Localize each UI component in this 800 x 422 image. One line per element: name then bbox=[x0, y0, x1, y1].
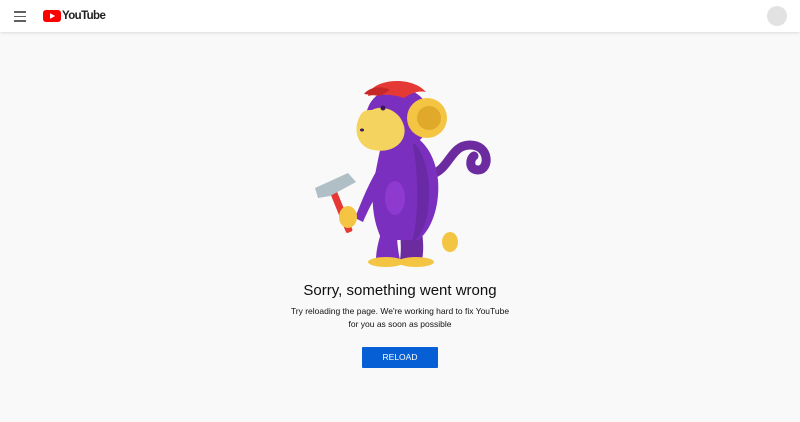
error-title: Sorry, something went wrong bbox=[303, 282, 497, 299]
error-message-line: for you as soon as possible bbox=[348, 319, 452, 329]
monkey-with-hammer-icon bbox=[315, 80, 491, 267]
reload-button[interactable]: RELOAD bbox=[362, 347, 438, 368]
youtube-play-icon bbox=[43, 10, 61, 22]
error-message-line: Try reloading the page. We're working ha… bbox=[290, 306, 510, 316]
logo-text: YouTube bbox=[62, 10, 106, 22]
error-message: Try reloading the page. We're working ha… bbox=[250, 305, 550, 331]
account-avatar-icon[interactable] bbox=[767, 6, 787, 26]
masthead: YouTube bbox=[0, 0, 800, 32]
youtube-logo[interactable]: YouTube bbox=[43, 9, 106, 23]
hamburger-menu-icon[interactable] bbox=[10, 6, 30, 26]
